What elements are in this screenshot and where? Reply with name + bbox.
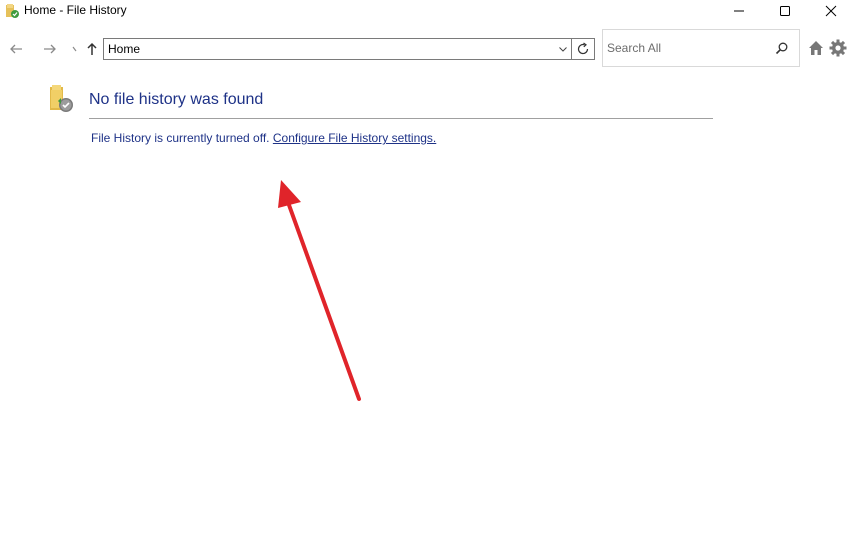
close-button[interactable] xyxy=(808,0,850,22)
address-path[interactable]: Home xyxy=(108,41,140,57)
search-input[interactable] xyxy=(607,41,767,55)
up-button[interactable] xyxy=(80,37,104,61)
back-button[interactable] xyxy=(4,37,28,61)
address-dropdown-button[interactable] xyxy=(555,39,571,59)
home-icon xyxy=(809,41,823,55)
maximize-icon xyxy=(780,6,790,16)
search-icon[interactable] xyxy=(775,41,789,55)
title-bar: Home - File History xyxy=(0,0,850,22)
status-text: File History is currently turned off. xyxy=(91,131,270,145)
window-title: Home - File History xyxy=(24,3,127,17)
maximize-button[interactable] xyxy=(762,0,808,22)
forward-button[interactable] xyxy=(38,37,62,61)
minimize-icon xyxy=(734,10,744,12)
home-button[interactable] xyxy=(806,38,826,58)
close-icon xyxy=(825,5,837,17)
configure-settings-link[interactable]: Configure File History settings. xyxy=(273,131,436,145)
divider xyxy=(89,118,713,119)
status-message: File History is currently turned off. Co… xyxy=(91,131,436,145)
annotation-arrow-icon xyxy=(278,180,361,401)
arrow-right-icon xyxy=(44,44,56,54)
minimize-button[interactable] xyxy=(716,0,762,22)
arrow-up-icon xyxy=(87,42,97,55)
settings-button[interactable] xyxy=(828,38,848,58)
file-history-icon xyxy=(48,84,76,114)
address-bar[interactable]: Home xyxy=(103,38,572,60)
refresh-button[interactable] xyxy=(572,38,595,60)
chevron-down-icon xyxy=(72,46,77,52)
refresh-icon xyxy=(577,42,589,55)
file-history-icon xyxy=(4,3,20,19)
search-box[interactable] xyxy=(602,29,800,67)
arrow-left-icon xyxy=(10,44,22,54)
page-title: No file history was found xyxy=(89,91,264,108)
chevron-down-icon xyxy=(559,47,567,52)
gear-icon xyxy=(829,39,847,57)
